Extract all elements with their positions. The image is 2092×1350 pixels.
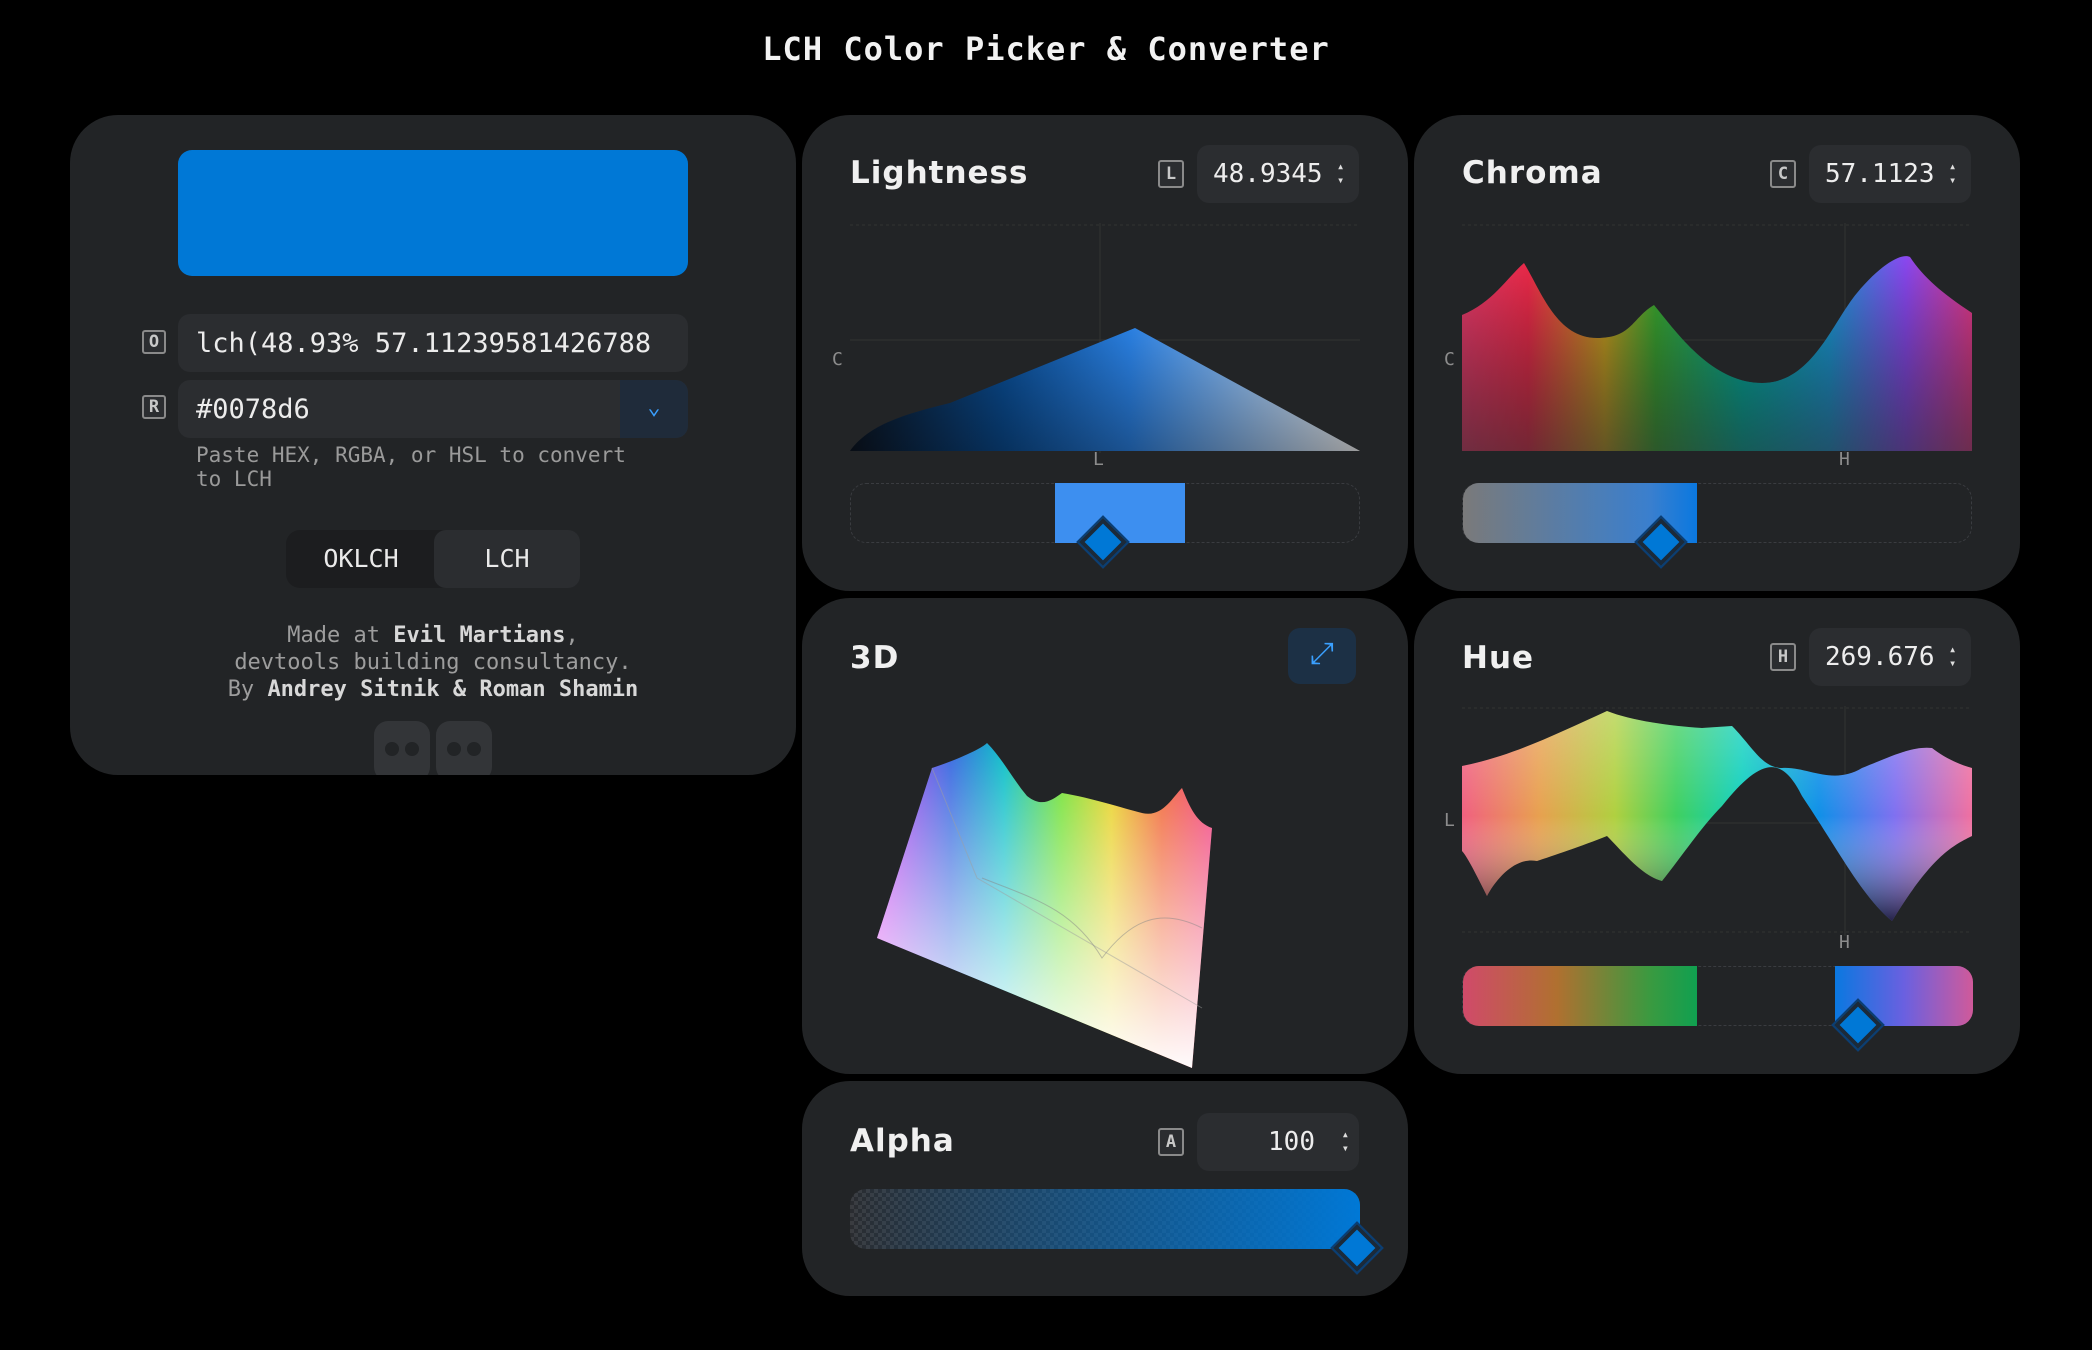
alpha-card: Alpha A 100 ▴ ▾: [802, 1081, 1408, 1296]
chroma-x-axis-label: H: [1839, 449, 1850, 470]
chroma-input[interactable]: 57.1123 ▴ ▾: [1809, 145, 1971, 203]
credit-line-2: devtools building consultancy.: [234, 650, 632, 675]
spinner-icon[interactable]: ▴ ▾: [1949, 159, 1961, 187]
oklch-option[interactable]: OKLCH: [286, 530, 436, 588]
lch-option[interactable]: LCH: [434, 530, 580, 588]
expand-icon: ⤢: [1310, 636, 1334, 671]
spinner-icon[interactable]: ▴ ▾: [1337, 159, 1349, 187]
hue-value: 269.676: [1825, 642, 1935, 672]
hue-chart: [1462, 706, 1972, 936]
credit-prefix: Made at: [287, 623, 394, 648]
martians-logo-icon: [374, 721, 492, 775]
3d-card: 3D ⤢: [802, 598, 1408, 1074]
hue-slider[interactable]: [1462, 966, 1973, 1026]
lightness-value: 48.9345: [1213, 159, 1323, 189]
color-swatch: [178, 150, 688, 276]
format-dropdown-button[interactable]: ⌄: [620, 380, 688, 438]
lch-input[interactable]: lch(48.93% 57.11239581426788: [178, 314, 688, 372]
alpha-input[interactable]: 100 ▴ ▾: [1197, 1113, 1359, 1171]
color-panel: O lch(48.93% 57.11239581426788 R #0078d6…: [70, 115, 796, 775]
spinner-icon[interactable]: ▴ ▾: [1949, 642, 1961, 670]
credit-by: By: [227, 677, 268, 702]
lightness-input[interactable]: 48.9345 ▴ ▾: [1197, 145, 1359, 203]
hue-x-axis-label: H: [1839, 932, 1850, 953]
chroma-title: Chroma: [1462, 155, 1603, 191]
alpha-title: Alpha: [850, 1123, 955, 1159]
hue-title: Hue: [1462, 640, 1535, 676]
hex-input[interactable]: #0078d6 ⌄: [178, 380, 688, 438]
lch-format-tag: O: [142, 330, 166, 354]
lightness-tag: L: [1158, 160, 1184, 188]
credits: Made at Evil Martians, devtools building…: [70, 622, 796, 703]
spinner-icon[interactable]: ▴ ▾: [1337, 1127, 1349, 1155]
convert-help-text: Paste HEX, RGBA, or HSL to convert to LC…: [196, 443, 626, 491]
3d-color-space-render: [877, 743, 1212, 1068]
color-space-toggle: OKLCH LCH: [286, 530, 580, 588]
chevron-down-icon: ⌄: [647, 395, 661, 420]
chroma-tag: C: [1770, 160, 1796, 188]
lightness-chart: [850, 223, 1360, 453]
authors-link[interactable]: Andrey Sitnik & Roman Shamin: [267, 677, 638, 702]
lightness-y-axis-label: C: [832, 349, 843, 370]
hue-y-axis-label: L: [1444, 810, 1455, 831]
chroma-slider[interactable]: [1462, 483, 1972, 543]
hue-card: Hue H 269.676 ▴ ▾ L H: [1414, 598, 2020, 1074]
lightness-card: Lightness L 48.9345 ▴ ▾ C L: [802, 115, 1408, 591]
alpha-slider[interactable]: [850, 1189, 1360, 1249]
chroma-y-axis-label: C: [1444, 349, 1455, 370]
page-title: LCH Color Picker & Converter: [762, 30, 1330, 68]
hex-format-tag: R: [142, 395, 166, 419]
credit-comma: ,: [565, 623, 579, 648]
chroma-card: Chroma C 57.1123 ▴ ▾ C H: [1414, 115, 2020, 591]
alpha-tag: A: [1158, 1128, 1184, 1156]
lightness-title: Lightness: [850, 155, 1029, 191]
expand-button[interactable]: ⤢: [1288, 628, 1356, 684]
chroma-value: 57.1123: [1825, 159, 1935, 189]
hue-tag: H: [1770, 643, 1796, 671]
evil-martians-link[interactable]: Evil Martians: [393, 623, 565, 648]
hex-input-value: #0078d6: [196, 394, 310, 425]
alpha-value: 100: [1268, 1127, 1315, 1157]
hue-slider-range-left: [1463, 966, 1697, 1026]
alpha-slider-gradient: [850, 1189, 1360, 1249]
3d-title: 3D: [850, 640, 900, 676]
lightness-x-axis-label: L: [1093, 449, 1104, 470]
hue-input[interactable]: 269.676 ▴ ▾: [1809, 628, 1971, 686]
chroma-chart: [1462, 223, 1972, 453]
